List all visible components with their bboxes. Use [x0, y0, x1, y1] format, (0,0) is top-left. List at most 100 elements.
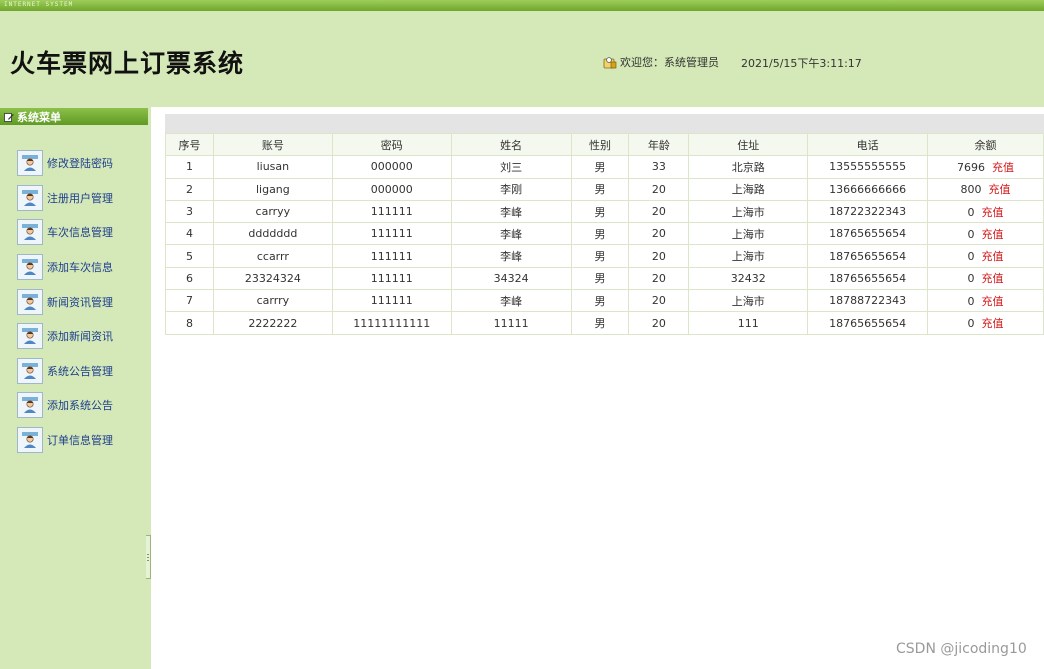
cell-age: 20 — [628, 289, 690, 313]
cell-address: 上海路 — [688, 177, 809, 201]
cell-index: 1 — [165, 155, 214, 179]
cell-index: 4 — [165, 222, 214, 246]
recharge-link[interactable]: 充值 — [982, 206, 1004, 219]
recharge-link[interactable]: 充值 — [982, 272, 1004, 285]
user-table: 序号 账号 密码 姓名 性别 年龄 住址 电话 余额 1 liusan 0000… — [165, 132, 1044, 335]
column-header: 电话 — [807, 132, 929, 157]
cell-gender: 男 — [570, 311, 630, 335]
cell-phone: 18722322343 — [807, 199, 929, 224]
cell-account: ddddddd — [212, 222, 333, 246]
cell-balance: 0 充值 — [927, 244, 1044, 268]
sidebar-item-label: 系统公告管理 — [47, 364, 113, 378]
cell-age: 20 — [628, 311, 690, 335]
recharge-link[interactable]: 充值 — [992, 161, 1014, 174]
user-icon — [603, 56, 617, 68]
table-row: 2 ligang 000000 李刚 男 20 上海路 13666666666 … — [165, 177, 1044, 201]
column-header: 密码 — [331, 132, 452, 157]
cell-address: 北京路 — [688, 155, 809, 179]
table-row: 7 carrry 111111 李峰 男 20 上海市 18788722343 … — [165, 289, 1044, 313]
cell-password: 000000 — [331, 155, 452, 179]
cell-age: 20 — [628, 222, 690, 246]
sidebar-item-label: 添加新闻资讯 — [47, 330, 113, 344]
sidebar-item-notice-management[interactable]: 系统公告管理 — [17, 354, 113, 389]
cell-account: carrry — [212, 289, 333, 313]
user-avatar-icon — [17, 357, 43, 384]
cell-gender: 男 — [570, 155, 630, 179]
balance-value: 0 — [967, 272, 975, 286]
column-header: 账号 — [212, 132, 333, 157]
sidebar-item-label: 注册用户管理 — [47, 191, 113, 205]
cell-password: 111111 — [331, 222, 452, 246]
cell-account: liusan — [212, 155, 333, 179]
cell-password: 111111 — [331, 266, 452, 291]
cell-name: 11111 — [450, 311, 572, 335]
table-row: 8 2222222 11111111111 11111 男 20 111 187… — [165, 311, 1044, 335]
welcome-text: 欢迎您：系统管理员 — [620, 56, 719, 69]
cell-gender: 男 — [570, 266, 630, 291]
table-row: 5 ccarrr 111111 李峰 男 20 上海市 18765655654 … — [165, 244, 1044, 268]
recharge-link[interactable]: 充值 — [982, 295, 1004, 308]
cell-index: 7 — [165, 289, 214, 313]
current-datetime: 2021/5/15下午3:11:17 — [741, 57, 862, 70]
sidebar-item-train-management[interactable]: 车次信息管理 — [17, 215, 113, 250]
cell-balance: 800 充值 — [927, 177, 1044, 201]
header: 火车票网上订票系统 欢迎您：系统管理员 2021/5/15下午3:11:17 — [0, 11, 1044, 107]
cell-name: 刘三 — [450, 155, 572, 179]
balance-value: 800 — [960, 183, 982, 197]
watermark: CSDN @jicoding10 — [896, 641, 1027, 657]
cell-name: 李峰 — [450, 289, 572, 313]
sidebar-item-label: 添加车次信息 — [47, 261, 113, 275]
sidebar-item-news-management[interactable]: 新闻资讯管理 — [17, 284, 113, 319]
column-header: 性别 — [570, 132, 630, 157]
recharge-link[interactable]: 充值 — [982, 317, 1004, 330]
top-strip: INTERNET SYSTEM — [0, 0, 1044, 11]
cell-gender: 男 — [570, 199, 630, 224]
sidebar-item-label: 修改登陆密码 — [47, 157, 113, 171]
cell-account: ligang — [212, 177, 333, 201]
table-row: 3 carryy 111111 李峰 男 20 上海市 18722322343 … — [165, 199, 1044, 224]
sidebar-item-user-management[interactable]: 注册用户管理 — [17, 181, 113, 216]
column-header: 年龄 — [628, 132, 690, 157]
cell-address: 32432 — [688, 266, 809, 291]
cell-name: 李峰 — [450, 222, 572, 246]
cell-name: 34324 — [450, 266, 572, 291]
cell-password: 111111 — [331, 199, 452, 224]
cell-balance: 0 充值 — [927, 289, 1044, 313]
cell-account: ccarrr — [212, 244, 333, 268]
cell-address: 111 — [688, 311, 809, 335]
user-avatar-icon — [17, 427, 43, 454]
cell-index: 2 — [165, 177, 214, 201]
cell-phone: 18765655654 — [807, 244, 929, 268]
system-tag: INTERNET SYSTEM — [4, 1, 74, 8]
cell-gender: 男 — [570, 222, 630, 246]
sidebar-item-add-train[interactable]: 添加车次信息 — [17, 250, 113, 285]
recharge-link[interactable]: 充值 — [982, 250, 1004, 263]
cell-name: 李峰 — [450, 244, 572, 268]
user-avatar-icon — [17, 392, 43, 419]
sidebar-item-add-notice[interactable]: 添加系统公告 — [17, 388, 113, 423]
cell-address: 上海市 — [688, 244, 809, 268]
cell-gender: 男 — [570, 177, 630, 201]
sidebar-item-order-management[interactable]: 订单信息管理 — [17, 423, 113, 458]
balance-value: 7696 — [957, 160, 986, 174]
edit-icon — [4, 112, 14, 122]
sidebar-item-change-password[interactable]: 修改登陆密码 — [17, 146, 113, 181]
recharge-link[interactable]: 充值 — [989, 183, 1011, 196]
sidebar: 系统菜单 修改登陆密码 注册用户管理 车次信息管理 添加车次信息 新闻资讯管理 … — [0, 107, 151, 669]
sidebar-item-label: 车次信息管理 — [47, 226, 113, 240]
user-avatar-icon — [17, 184, 43, 211]
table-row: 6 23324324 111111 34324 男 20 32432 18765… — [165, 266, 1044, 291]
cell-age: 20 — [628, 244, 690, 268]
balance-value: 0 — [967, 250, 975, 264]
balance-value: 0 — [967, 317, 975, 331]
cell-name: 李峰 — [450, 199, 572, 224]
cell-age: 20 — [628, 266, 690, 291]
sidebar-heading: 系统菜单 — [0, 108, 148, 125]
recharge-link[interactable]: 充值 — [982, 228, 1004, 241]
sidebar-item-add-news[interactable]: 添加新闻资讯 — [17, 319, 113, 354]
table-header-row: 序号 账号 密码 姓名 性别 年龄 住址 电话 余额 — [165, 132, 1044, 157]
balance-value: 0 — [967, 227, 975, 241]
cell-account: carryy — [212, 199, 333, 224]
cell-index: 5 — [165, 244, 214, 268]
cell-phone: 13555555555 — [807, 155, 929, 179]
